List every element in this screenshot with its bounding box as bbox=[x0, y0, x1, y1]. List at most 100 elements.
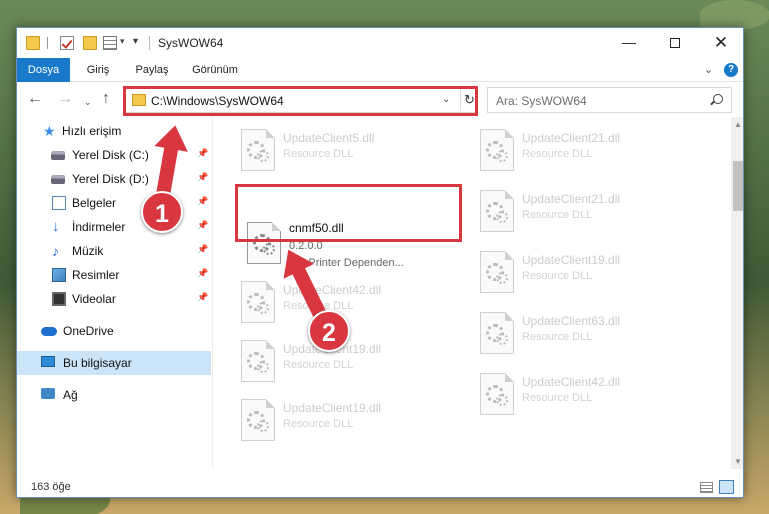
pin-icon[interactable]: 📌 bbox=[197, 220, 208, 231]
network-icon bbox=[41, 388, 55, 399]
file-item[interactable]: UpdateClient42.dll Resource DLL bbox=[472, 367, 692, 423]
sidebar-item-label: Yerel Disk (C:) bbox=[72, 148, 149, 162]
vertical-scrollbar[interactable]: ▲ ▼ bbox=[731, 117, 743, 469]
drive-icon bbox=[51, 151, 65, 160]
file-item[interactable]: UpdateClient63.dll Resource DLL bbox=[472, 306, 692, 362]
pin-icon[interactable]: 📌 bbox=[197, 196, 208, 207]
music-icon: ♪ bbox=[52, 243, 59, 259]
scroll-down-icon[interactable]: ▼ bbox=[734, 457, 742, 466]
item-count: 163 öğe bbox=[31, 481, 71, 493]
folder-icon bbox=[26, 36, 40, 50]
file-item[interactable]: UpdateClient21.dll Resource DLL bbox=[472, 184, 692, 240]
pin-icon[interactable]: 📌 bbox=[197, 148, 208, 159]
pin-icon[interactable]: 📌 bbox=[197, 268, 208, 279]
file-highlight bbox=[235, 184, 462, 242]
recent-locations-icon[interactable]: ⌄ bbox=[84, 94, 92, 110]
sidebar-item-label: Resimler bbox=[72, 268, 120, 282]
documents-icon bbox=[52, 196, 66, 210]
sidebar-item-label: OneDrive bbox=[63, 324, 114, 338]
file-item[interactable]: UpdateClient5.dll Resource DLL bbox=[233, 123, 453, 179]
file-item[interactable]: UpdateClient19.dll Resource DLL bbox=[233, 393, 453, 449]
large-icons-view-icon[interactable] bbox=[719, 480, 734, 494]
properties-check-icon[interactable] bbox=[60, 36, 74, 50]
sidebar-item-music[interactable]: ♪ Müzik 📌 bbox=[17, 239, 211, 263]
search-input[interactable]: Ara: SysWOW64 bbox=[487, 87, 732, 113]
file-type: Resource DLL bbox=[283, 359, 354, 371]
file-type: Resource DLL bbox=[522, 270, 593, 282]
help-icon[interactable]: ? bbox=[724, 63, 738, 77]
sidebar-item-label: Ağ bbox=[63, 388, 78, 402]
pin-icon[interactable]: 📌 bbox=[197, 244, 208, 255]
toolbar-separator bbox=[47, 37, 48, 49]
file-type: Resource DLL bbox=[283, 418, 354, 430]
step-badge-1: 1 bbox=[141, 191, 183, 233]
search-icon bbox=[713, 94, 723, 104]
new-folder-icon[interactable] bbox=[83, 36, 97, 50]
file-name: UpdateClient42.dll bbox=[522, 375, 621, 389]
dll-file-icon bbox=[241, 399, 275, 441]
address-bar-highlight bbox=[123, 86, 478, 116]
sidebar-item-onedrive[interactable]: OneDrive bbox=[17, 319, 211, 343]
computer-icon bbox=[41, 356, 55, 367]
file-type: Resource DLL bbox=[522, 392, 593, 404]
minimize-button[interactable]: — bbox=[606, 28, 652, 58]
sidebar-item-local-disk-d[interactable]: Yerel Disk (D:) 📌 bbox=[17, 167, 211, 191]
sidebar-item-videos[interactable]: Videolar 📌 bbox=[17, 287, 211, 311]
sidebar-item-label: Müzik bbox=[72, 244, 104, 258]
star-icon: ★ bbox=[43, 123, 56, 139]
pin-icon[interactable]: 📌 bbox=[197, 172, 208, 183]
sidebar-item-label: İndirmeler bbox=[72, 220, 126, 234]
customize-toolbar-icon[interactable]: ▾ bbox=[133, 36, 138, 47]
dll-file-icon bbox=[480, 312, 514, 354]
file-type: Resource DLL bbox=[522, 331, 593, 343]
up-arrow-icon[interactable]: ↑ bbox=[102, 91, 110, 107]
forward-arrow-icon[interactable]: → bbox=[57, 91, 73, 107]
pictures-icon bbox=[52, 268, 66, 282]
file-name: UpdateClient63.dll bbox=[522, 314, 621, 328]
download-icon: ↓ bbox=[52, 218, 60, 235]
sidebar-item-label: Belgeler bbox=[72, 196, 117, 210]
sidebar-item-this-pc[interactable]: Bu bilgisayar bbox=[17, 351, 211, 375]
file-item[interactable]: UpdateClient19.dll Resource DLL bbox=[472, 245, 692, 301]
file-name: UpdateClient19.dll bbox=[522, 253, 621, 267]
file-item[interactable]: UpdateClient21.dll Resource DLL bbox=[472, 123, 692, 179]
pin-icon[interactable]: 📌 bbox=[197, 292, 208, 303]
file-name: UpdateClient21.dll bbox=[522, 192, 621, 206]
title-bar: ▾ ▾ SysWOW64 — ✕ bbox=[17, 28, 743, 58]
scrollbar-thumb[interactable] bbox=[733, 161, 743, 211]
search-placeholder: Ara: SysWOW64 bbox=[496, 94, 587, 108]
step-badge-2: 2 bbox=[308, 310, 350, 352]
sidebar-item-label: Bu bilgisayar bbox=[63, 356, 132, 370]
dll-file-icon bbox=[480, 190, 514, 232]
close-button[interactable]: ✕ bbox=[698, 28, 743, 58]
dll-file-icon bbox=[480, 129, 514, 171]
cloud-icon bbox=[41, 327, 57, 336]
dll-file-icon bbox=[241, 340, 275, 382]
sidebar-item-network[interactable]: Ağ bbox=[17, 383, 211, 407]
sidebar-item-label: Yerel Disk (D:) bbox=[72, 172, 149, 186]
dll-file-icon bbox=[241, 129, 275, 171]
details-view-icon[interactable] bbox=[700, 482, 713, 493]
expand-ribbon-icon[interactable]: ⌄ bbox=[704, 63, 713, 76]
maximize-button[interactable] bbox=[652, 28, 698, 58]
file-name: UpdateClient5.dll bbox=[283, 131, 375, 145]
rename-icon[interactable] bbox=[103, 36, 117, 50]
tab-home[interactable]: Giriş bbox=[79, 58, 117, 82]
tab-view[interactable]: Görünüm bbox=[185, 58, 245, 82]
window-title: SysWOW64 bbox=[158, 36, 224, 50]
sidebar-item-label: Hızlı erişim bbox=[62, 124, 122, 138]
file-type: Resource DLL bbox=[522, 209, 593, 221]
status-bar: 163 öğe bbox=[17, 469, 743, 497]
chevron-down-icon[interactable]: ▾ bbox=[120, 36, 125, 47]
tab-share[interactable]: Paylaş bbox=[129, 58, 175, 82]
file-type: Resource DLL bbox=[283, 148, 354, 160]
file-type: Resource DLL bbox=[522, 148, 593, 160]
dll-file-icon bbox=[480, 251, 514, 293]
tab-file[interactable]: Dosya bbox=[17, 58, 70, 82]
ribbon-tabs: Dosya Giriş Paylaş Görünüm ⌄ ? bbox=[17, 58, 743, 82]
videos-icon bbox=[52, 292, 66, 306]
sidebar-item-pictures[interactable]: Resimler 📌 bbox=[17, 263, 211, 287]
desktop-leaf bbox=[700, 0, 769, 30]
back-arrow-icon[interactable]: ← bbox=[27, 91, 43, 107]
scroll-up-icon[interactable]: ▲ bbox=[734, 120, 742, 129]
